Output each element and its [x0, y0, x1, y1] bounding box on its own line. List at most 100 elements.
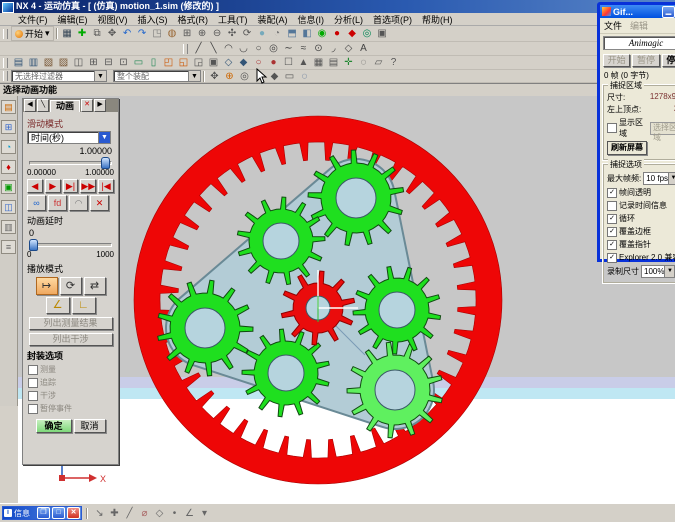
arc-icon[interactable]: ◠	[221, 42, 236, 55]
animate-icon[interactable]: ◰	[161, 56, 176, 69]
toolbar-grip[interactable]	[3, 58, 8, 68]
menu-item[interactable]: 编辑(E)	[54, 13, 92, 26]
restore-button[interactable]: ❐	[37, 507, 50, 519]
menu-item[interactable]: 插入(S)	[134, 13, 172, 26]
gif-title-bar[interactable]: Gif... ▁ ✕	[600, 5, 675, 18]
chain-link-button[interactable]: ∞	[27, 195, 46, 211]
spline-icon[interactable]: ∼	[281, 42, 296, 55]
zoom-fit-icon[interactable]: ⊞	[180, 27, 195, 40]
checkbox[interactable]: ✓	[607, 253, 617, 263]
tab-close-button[interactable]: ✕	[81, 99, 93, 112]
title-bar[interactable]: NX 4 - 运动仿真 - [ (仿真) motion_1.sim (修改的) …	[0, 0, 675, 13]
joint-icon[interactable]: ▥	[26, 56, 41, 69]
channel-icon[interactable]: ≡	[1, 240, 16, 254]
roles-icon[interactable]: ▣	[1, 180, 16, 194]
datum-icon[interactable]: ◌	[356, 56, 371, 69]
analysis-icon[interactable]: ◎	[360, 27, 375, 40]
checkbox[interactable]	[28, 404, 38, 414]
fillet-icon[interactable]: ◞	[326, 42, 341, 55]
line-snap-icon[interactable]: ╱	[122, 507, 137, 520]
snap-mid-icon[interactable]: ◎	[237, 70, 252, 83]
time-slider-thumb[interactable]	[101, 157, 110, 169]
menu-item[interactable]: 装配(A)	[254, 13, 292, 26]
play-reverse-button[interactable]: ◀	[27, 179, 43, 193]
history-icon[interactable]: ◔	[1, 140, 16, 154]
angle-icon[interactable]: ∠	[182, 507, 197, 520]
toolbar-grip[interactable]	[183, 44, 188, 54]
wireframe-view-icon[interactable]: ◔	[270, 27, 285, 40]
minimize-button[interactable]: ▁	[662, 6, 675, 18]
attach-icon[interactable]: ⌀	[137, 507, 152, 520]
trace-icon[interactable]: ◆	[236, 56, 251, 69]
record-start-button[interactable]: 开始	[603, 54, 630, 67]
menu-item[interactable]: 帮助(H)	[418, 13, 457, 26]
move-icon[interactable]: ✥	[105, 27, 120, 40]
toolbar-grip[interactable]	[3, 29, 8, 39]
selection-filter-combo[interactable]: 无选择过滤器 ▼	[11, 70, 107, 82]
time-slider[interactable]	[29, 157, 112, 167]
selection-scope-combo[interactable]: 整个装配 ▼	[113, 70, 201, 82]
menu-item[interactable]: 分析(L)	[330, 13, 367, 26]
menu-item[interactable]: 工具(T)	[214, 13, 252, 26]
menu-item[interactable]: 信息(I)	[294, 13, 329, 26]
show-area-checkbox[interactable]	[607, 123, 617, 133]
record-size-combo[interactable]: 100% ▼	[641, 265, 675, 278]
checkbox[interactable]	[28, 365, 38, 375]
select-area-button[interactable]: 选择区域	[650, 122, 675, 135]
tools-icon[interactable]: ▣	[375, 27, 390, 40]
sketch-icon[interactable]: ◍	[165, 27, 180, 40]
wcs-icon[interactable]: ✛	[341, 56, 356, 69]
line-icon[interactable]: ╱	[191, 42, 206, 55]
midpoint-icon[interactable]: •	[167, 507, 182, 520]
chevron-down-icon[interactable]: ▼	[668, 173, 675, 184]
grid-icon[interactable]: ▦	[311, 56, 326, 69]
spring-icon[interactable]: ▨	[56, 56, 71, 69]
record-icon[interactable]: ●	[330, 27, 345, 40]
step-back-button[interactable]: |◀	[98, 179, 114, 193]
zoom-in-icon[interactable]: ⊕	[195, 27, 210, 40]
sound-button[interactable]: ◠	[69, 195, 88, 211]
play-icon[interactable]: ◉	[315, 27, 330, 40]
articulation-button[interactable]: ∠	[46, 297, 70, 314]
arc2-icon[interactable]: ◡	[236, 42, 251, 55]
copy-icon[interactable]: ⧉	[90, 27, 105, 40]
refresh-screen-button[interactable]: 刷新屏幕	[607, 141, 647, 155]
ok-button[interactable]: 确定	[36, 419, 72, 433]
web-icon[interactable]: ◫	[1, 200, 16, 214]
maximize-button[interactable]: □	[52, 507, 65, 519]
tab-next-button[interactable]: ▶	[94, 99, 106, 112]
fps-combo[interactable]: 10 fps ▼	[643, 172, 675, 185]
lasso-icon[interactable]: ◌	[297, 70, 312, 83]
play-swing-button[interactable]: ⇄	[84, 277, 106, 295]
slide-mode-combo[interactable]: 时间(秒) ▼	[27, 131, 111, 144]
link-icon[interactable]: ▤	[11, 56, 26, 69]
play-forward-button[interactable]: ▶	[45, 179, 61, 193]
chevron-down-icon[interactable]: ▼	[188, 71, 200, 81]
rect-select-icon[interactable]: ▭	[282, 70, 297, 83]
zoom-out-icon[interactable]: ⊖	[210, 27, 225, 40]
add-icon[interactable]: ✚	[75, 27, 90, 40]
gif-menu-file[interactable]: 文件	[604, 19, 622, 32]
solve-icon[interactable]: ▯	[146, 56, 161, 69]
fast-forward-button[interactable]: ▶▶	[80, 179, 96, 193]
list-measure-button[interactable]: 列出测量结果	[29, 317, 113, 330]
materials-icon[interactable]: ▥	[1, 220, 16, 234]
checkbox[interactable]: ✓	[607, 227, 617, 237]
circle-icon[interactable]: ○	[251, 42, 266, 55]
undo-icon[interactable]: ↶	[120, 27, 135, 40]
start-button[interactable]: 开始 ▾	[11, 26, 54, 41]
part-navigator-icon[interactable]: ⊞	[1, 120, 16, 134]
close-icon[interactable]: ✕	[67, 507, 80, 519]
chevron-down-icon[interactable]: ▼	[98, 132, 110, 143]
curve-icon[interactable]: ≈	[296, 42, 311, 55]
redo-icon[interactable]: ↷	[135, 27, 150, 40]
transform-icon[interactable]: ◳	[150, 27, 165, 40]
check-icon[interactable]: ☐	[281, 56, 296, 69]
chevron-down-icon[interactable]: ▼	[664, 266, 674, 277]
dragging-button[interactable]: ∟	[72, 297, 96, 314]
checkbox[interactable]: ✓	[607, 240, 617, 250]
rotate-view-icon[interactable]: ⟳	[240, 27, 255, 40]
point-snap-icon[interactable]: ✚	[107, 507, 122, 520]
contact-icon[interactable]: ⊞	[86, 56, 101, 69]
toolbar-grip[interactable]	[3, 71, 8, 81]
